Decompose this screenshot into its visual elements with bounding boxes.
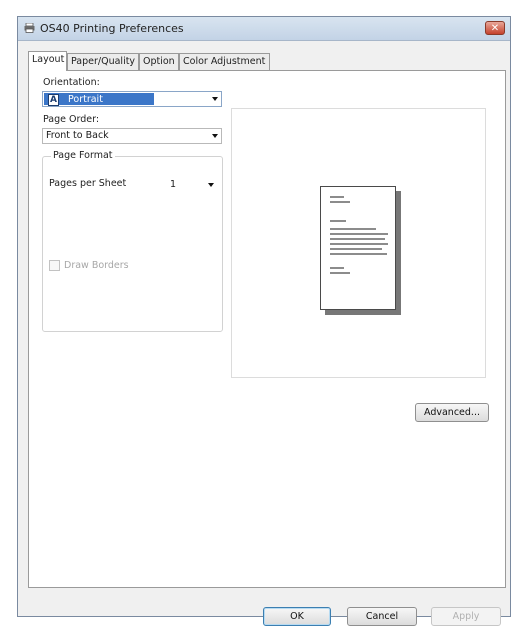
draw-borders-checkbox[interactable] [49, 260, 60, 271]
chevron-down-icon [212, 134, 218, 138]
orientation-value: Portrait [68, 94, 103, 105]
tab-option[interactable]: Option [139, 53, 179, 70]
apply-button[interactable]: Apply [431, 607, 501, 626]
preview-text-line [330, 233, 388, 235]
cancel-button[interactable]: Cancel [347, 607, 417, 626]
preview-text-line [330, 272, 350, 274]
preview-text-line [330, 248, 382, 250]
portrait-orientation-icon: A [48, 94, 59, 106]
preview-text-line [330, 228, 376, 230]
ok-button[interactable]: OK [263, 607, 331, 626]
draw-borders-label: Draw Borders [64, 260, 129, 271]
pages-per-sheet-value: 1 [170, 179, 177, 190]
page-order-value: Front to Back [46, 130, 109, 141]
page-order-label: Page Order: [43, 114, 100, 125]
layout-tab-panel: Orientation: A Portrait Page Order: Fron… [28, 70, 506, 588]
pages-per-sheet-select[interactable]: 1 [161, 178, 217, 195]
tab-layout[interactable]: Layout [28, 51, 67, 71]
orientation-label: Orientation: [43, 77, 100, 88]
page-order-select[interactable]: Front to Back [42, 128, 222, 144]
layout-preview [231, 108, 486, 378]
tab-color-adjustment[interactable]: Color Adjustment [179, 53, 270, 70]
preview-text-line [330, 238, 385, 240]
pages-per-sheet-label: Pages per Sheet [49, 178, 127, 189]
preview-text-line [330, 196, 344, 198]
tab-paper-quality[interactable]: Paper/Quality [67, 53, 139, 70]
printer-icon [24, 23, 35, 33]
preview-text-line [330, 243, 388, 245]
close-button[interactable]: ✕ [485, 21, 505, 35]
preview-text-line [330, 253, 387, 255]
preview-text-line [330, 201, 350, 203]
advanced-button[interactable]: Advanced... [415, 403, 489, 422]
orientation-select[interactable]: A Portrait [42, 91, 222, 107]
window-title: OS40 Printing Preferences [40, 22, 184, 35]
preview-page [320, 186, 396, 310]
preview-text-line [330, 267, 344, 269]
dialog-client: Layout Paper/Quality Option Color Adjust… [18, 41, 510, 626]
chevron-down-icon [208, 183, 214, 187]
page-format-title: Page Format [51, 150, 115, 161]
title-bar[interactable]: OS40 Printing Preferences ✕ [18, 17, 510, 41]
page-format-group: Page Format Pages per Sheet 1 Draw Borde… [42, 150, 223, 332]
printing-preferences-window: OS40 Printing Preferences ✕ Layout Paper… [17, 16, 511, 626]
chevron-down-icon [212, 97, 218, 101]
orientation-selection-highlight: A Portrait [44, 93, 154, 106]
preview-text-line [330, 220, 346, 222]
